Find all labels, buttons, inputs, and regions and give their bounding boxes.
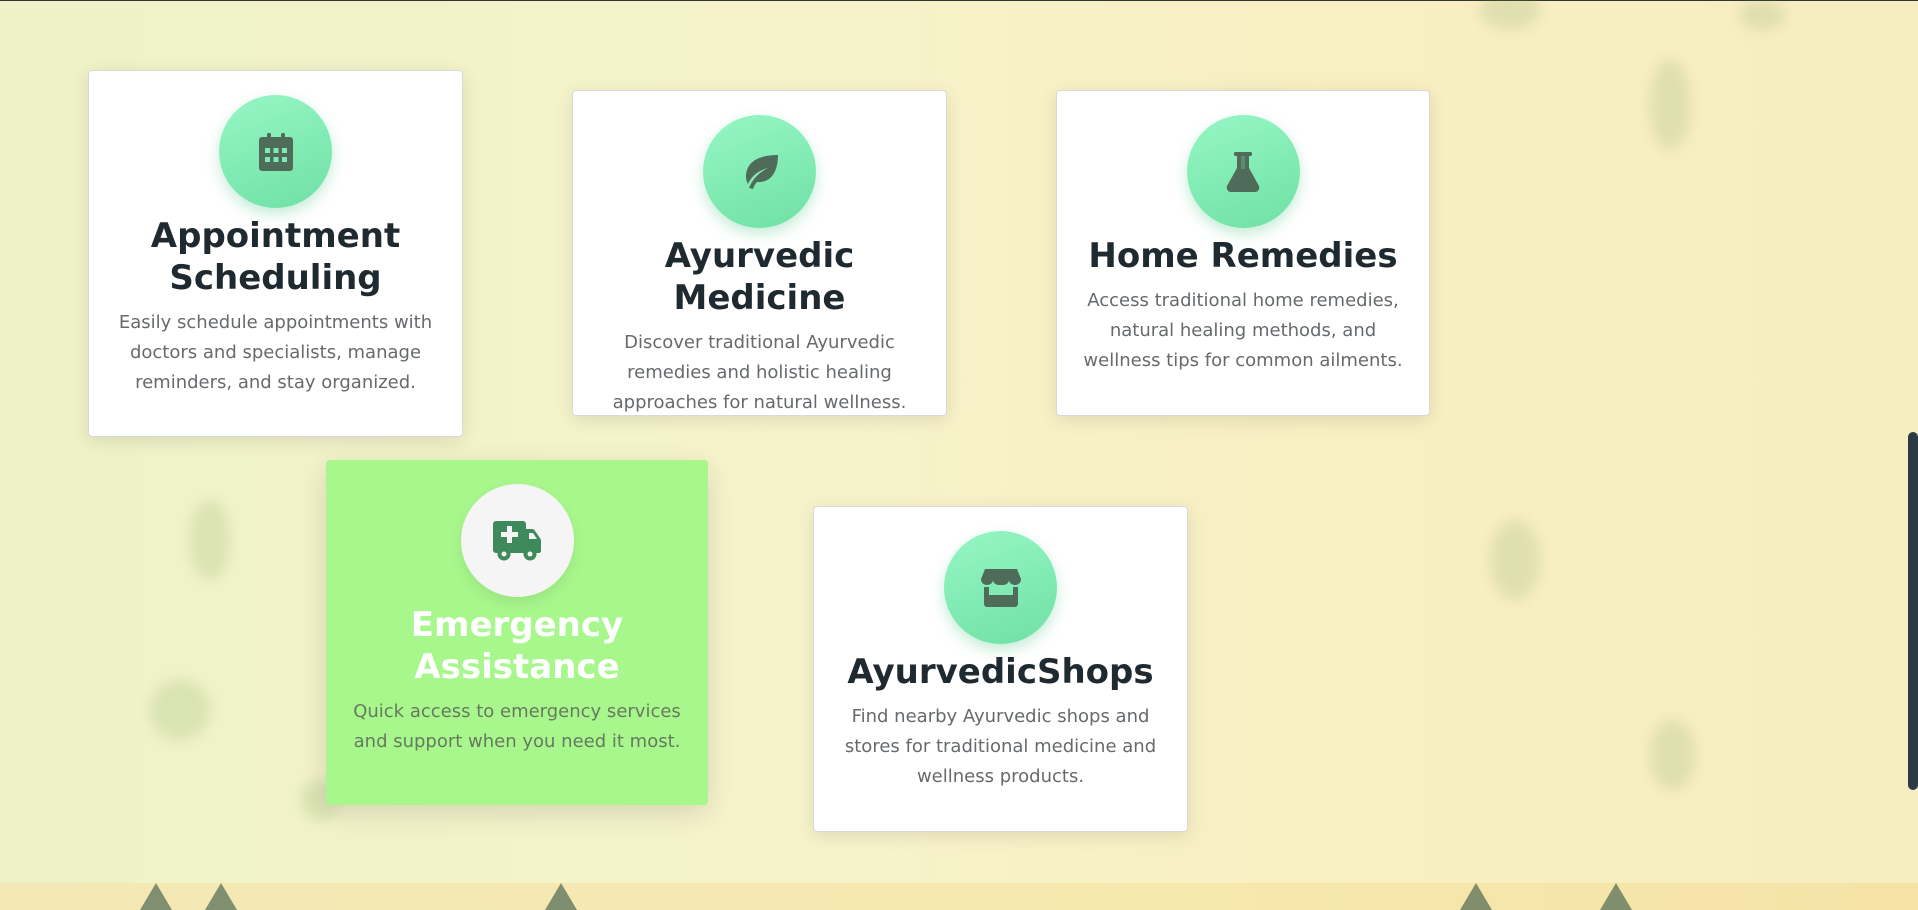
- plant-silhouette: [205, 883, 237, 910]
- plant-silhouette: [1460, 883, 1492, 910]
- card-description: Find nearby Ayurvedic shops and stores f…: [844, 706, 1157, 787]
- background-leaf: [1480, 0, 1540, 30]
- card-title: Home Remedies: [1088, 236, 1398, 276]
- card-emergency-assistance[interactable]: Emergency Assistance Quick access to eme…: [326, 460, 708, 805]
- background-leaf: [150, 680, 210, 740]
- plant-silhouette: [140, 883, 172, 910]
- background-leaf: [1650, 720, 1695, 790]
- card-description: Access traditional home remedies, natura…: [1083, 290, 1403, 371]
- card-appointment-scheduling[interactable]: Appointment Scheduling Easily schedule a…: [88, 70, 463, 437]
- card-title: Emergency Assistance: [410, 605, 624, 687]
- top-border: [0, 0, 1918, 1]
- card-title: Appointment Scheduling: [150, 216, 401, 298]
- plant-silhouette: [1600, 883, 1632, 910]
- ambulance-icon: [493, 520, 541, 560]
- background-leaf: [1490, 520, 1540, 600]
- card-home-remedies[interactable]: Home Remedies Access traditional home re…: [1056, 90, 1430, 416]
- card-description: Easily schedule appointments with doctor…: [118, 312, 433, 393]
- plant-silhouette: [545, 883, 577, 910]
- card-ayurvedic-medicine[interactable]: Ayurvedic Medicine Discover traditional …: [572, 90, 947, 416]
- store-icon: [980, 568, 1021, 607]
- icon-circle: [703, 115, 816, 228]
- card-ayurvedic-shops[interactable]: AyurvedicShops Find nearby Ayurvedic sho…: [813, 506, 1188, 832]
- card-title: Ayurvedic Medicine: [664, 236, 855, 318]
- calendar-icon: [258, 132, 293, 171]
- background-leaf: [190, 500, 230, 580]
- bottom-strip: [0, 883, 1918, 910]
- background-leaf: [1740, 0, 1785, 30]
- icon-circle: [1186, 115, 1300, 228]
- background-leaf: [1650, 60, 1690, 150]
- flask-icon: [1226, 151, 1260, 192]
- card-description: Quick access to emergency services and s…: [353, 701, 681, 752]
- icon-circle: [944, 531, 1057, 644]
- card-title: AyurvedicShops: [847, 652, 1154, 692]
- icon-circle: [219, 95, 332, 208]
- card-description: Discover traditional Ayurvedic remedies …: [612, 332, 907, 413]
- scrollbar-thumb[interactable]: [1908, 432, 1918, 790]
- leaf-icon: [745, 154, 778, 189]
- icon-circle: [460, 484, 574, 597]
